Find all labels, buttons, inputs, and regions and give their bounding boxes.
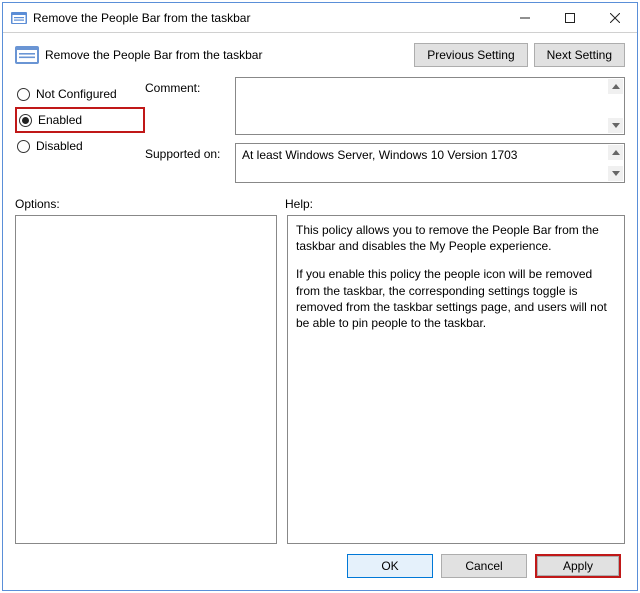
ok-button[interactable]: OK bbox=[347, 554, 433, 578]
close-button[interactable] bbox=[592, 3, 637, 32]
radio-label: Not Configured bbox=[36, 87, 117, 101]
maximize-icon bbox=[565, 13, 575, 23]
maximize-button[interactable] bbox=[547, 3, 592, 32]
supported-row: Supported on: At least Windows Server, W… bbox=[145, 143, 625, 183]
minimize-icon bbox=[520, 13, 530, 23]
comment-scrollbar[interactable] bbox=[607, 78, 624, 134]
footer-buttons: OK Cancel Apply bbox=[15, 544, 625, 582]
help-paragraph: If you enable this policy the people ico… bbox=[296, 266, 616, 331]
comment-input[interactable] bbox=[235, 77, 625, 135]
titlebar: Remove the People Bar from the taskbar bbox=[3, 3, 637, 33]
comment-label: Comment: bbox=[145, 77, 235, 135]
window-controls bbox=[502, 3, 637, 32]
state-radio-group: Not Configured Enabled Disabled bbox=[15, 77, 145, 183]
radio-label: Disabled bbox=[36, 139, 83, 153]
help-panel: This policy allows you to remove the Peo… bbox=[287, 215, 625, 544]
options-panel[interactable] bbox=[15, 215, 277, 544]
help-paragraph: This policy allows you to remove the Peo… bbox=[296, 222, 616, 254]
scroll-up-icon[interactable] bbox=[608, 145, 623, 160]
radio-enabled[interactable]: Enabled bbox=[15, 107, 145, 133]
next-setting-button[interactable]: Next Setting bbox=[534, 43, 625, 67]
options-label: Options: bbox=[15, 197, 285, 211]
radio-icon bbox=[17, 140, 30, 153]
radio-disabled[interactable]: Disabled bbox=[15, 133, 145, 159]
supported-label: Supported on: bbox=[145, 143, 235, 183]
minimize-button[interactable] bbox=[502, 3, 547, 32]
supported-on-box: At least Windows Server, Windows 10 Vers… bbox=[235, 143, 625, 183]
cancel-button[interactable]: Cancel bbox=[441, 554, 527, 578]
policy-title: Remove the People Bar from the taskbar bbox=[45, 48, 408, 62]
policy-editor-window: Remove the People Bar from the taskbar R… bbox=[2, 2, 638, 591]
apply-button[interactable]: Apply bbox=[537, 556, 619, 576]
fields-column: Comment: Supported on: At least Windows … bbox=[145, 77, 625, 183]
scroll-down-icon[interactable] bbox=[608, 166, 623, 181]
policy-icon bbox=[11, 10, 27, 26]
radio-not-configured[interactable]: Not Configured bbox=[15, 81, 145, 107]
top-settings-grid: Not Configured Enabled Disabled Comment: bbox=[15, 77, 625, 183]
supported-on-value: At least Windows Server, Windows 10 Vers… bbox=[242, 148, 517, 162]
section-labels: Options: Help: bbox=[15, 197, 625, 211]
content-area: Remove the People Bar from the taskbar P… bbox=[3, 33, 637, 590]
panels-row: This policy allows you to remove the Peo… bbox=[15, 215, 625, 544]
close-icon bbox=[610, 13, 620, 23]
radio-label: Enabled bbox=[38, 113, 82, 127]
scroll-up-icon[interactable] bbox=[608, 79, 623, 94]
radio-icon bbox=[19, 114, 32, 127]
header-row: Remove the People Bar from the taskbar P… bbox=[15, 43, 625, 67]
window-title: Remove the People Bar from the taskbar bbox=[33, 11, 502, 25]
policy-large-icon bbox=[15, 44, 39, 66]
previous-setting-button[interactable]: Previous Setting bbox=[414, 43, 527, 67]
supported-scrollbar[interactable] bbox=[607, 144, 624, 182]
apply-highlight: Apply bbox=[535, 554, 621, 578]
comment-row: Comment: bbox=[145, 77, 625, 135]
scroll-down-icon[interactable] bbox=[608, 118, 623, 133]
help-label: Help: bbox=[285, 197, 313, 211]
radio-icon bbox=[17, 88, 30, 101]
